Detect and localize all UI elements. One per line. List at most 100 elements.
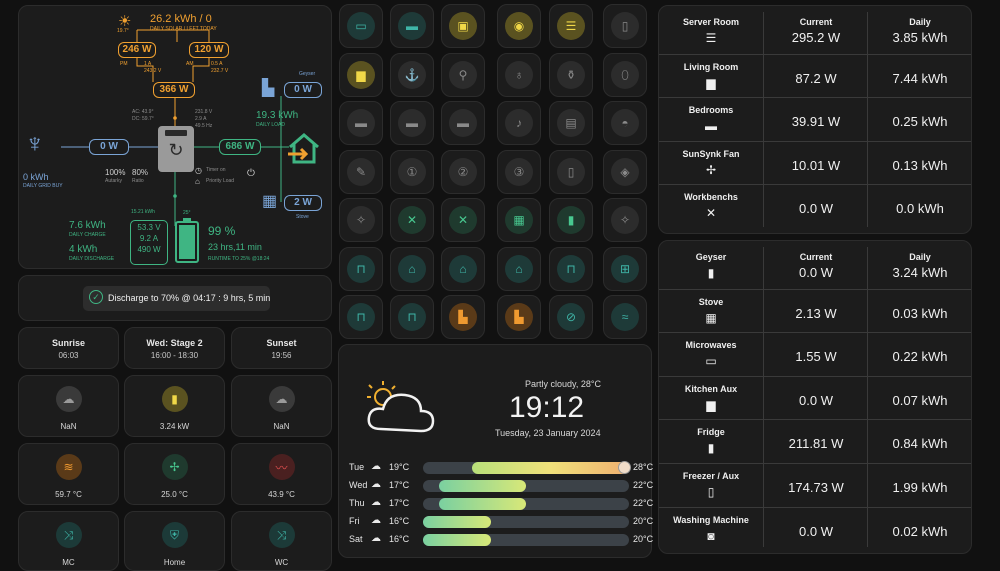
toggle-button[interactable]: ⊓ bbox=[339, 295, 383, 339]
toggle-button[interactable]: ⌂ bbox=[441, 246, 485, 291]
forecast-day: Thu bbox=[349, 498, 365, 508]
power-row[interactable]: Microwaves ▭ 1.55 W 0.22 kWh bbox=[659, 332, 971, 376]
inverter-ac-temp: AC: 43.9° bbox=[132, 109, 154, 115]
power-row[interactable]: Washing Machine ◙ 0.0 W 0.02 kWh bbox=[659, 506, 971, 551]
toggle-button[interactable]: ◈ bbox=[603, 149, 647, 194]
sensor-tile[interactable]: ≋ 59.7 °C bbox=[18, 443, 119, 505]
toggle-button[interactable]: ① bbox=[390, 149, 434, 194]
battery-soc: 99 % bbox=[208, 224, 236, 238]
load-energy: 19.3 kWh bbox=[256, 110, 299, 121]
sensor-value: 25.0 °C bbox=[161, 490, 188, 499]
power-row[interactable]: Geyser ▮ 0.0 W 3.24 kWh Current Daily bbox=[659, 245, 971, 289]
toggle-button[interactable]: ▭ bbox=[339, 4, 383, 48]
power-row[interactable]: SunSynk Fan ✢ 10.01 W 0.13 kWh bbox=[659, 140, 971, 185]
toggle-button[interactable]: ⊓ bbox=[339, 246, 383, 291]
power-row[interactable]: Freezer / Aux ▯ 174.73 W 1.99 kWh bbox=[659, 463, 971, 507]
sensor-tile[interactable]: 〰 43.9 °C bbox=[231, 443, 332, 505]
toggle-button[interactable]: ◉ bbox=[497, 4, 541, 48]
tools-icon: ✕ bbox=[705, 206, 717, 221]
tools-icon: ✕ bbox=[449, 206, 477, 234]
toggle-button[interactable]: ✕ bbox=[390, 198, 434, 242]
toggle-button[interactable]: ▣ bbox=[441, 4, 485, 48]
power-row[interactable]: Server Room ☰ 295.2 W 3.85 kWh Current Daily bbox=[659, 10, 971, 54]
toggle-button[interactable]: ⚲ bbox=[441, 52, 485, 97]
toggle-button[interactable]: ⚓ bbox=[390, 52, 434, 97]
grid-caption: DAILY GRID BUY bbox=[23, 183, 63, 189]
toggle-button[interactable]: ✕ bbox=[441, 198, 485, 242]
daily-discharge: 4 kWh bbox=[69, 244, 98, 255]
lamp-icon: ⚲ bbox=[449, 60, 477, 89]
battery-volts: 53.3 V bbox=[137, 223, 161, 232]
toggle-button[interactable]: ▦ bbox=[497, 198, 541, 242]
toggle-button[interactable]: ▬ bbox=[390, 4, 434, 48]
toggle-button[interactable]: ✧ bbox=[603, 198, 647, 242]
device-name: Kitchen Aux bbox=[684, 383, 738, 394]
toggle-button[interactable]: ✎ bbox=[339, 149, 383, 194]
power-row[interactable]: Workbenchs ✕ 0.0 W 0.0 kWh bbox=[659, 184, 971, 228]
toggle-button[interactable]: ✧ bbox=[339, 198, 383, 242]
toggle-button[interactable]: ☰ bbox=[549, 4, 593, 48]
solar-temp: 19.7° bbox=[117, 28, 129, 34]
toggle-button[interactable]: ⊓ bbox=[549, 246, 593, 291]
sunrise-time: 06:03 bbox=[58, 351, 79, 360]
sensor-tile[interactable]: ✢ 25.0 °C bbox=[124, 443, 225, 505]
fridge-icon: ▮ bbox=[707, 441, 715, 456]
battery-icon bbox=[175, 218, 199, 263]
toggle-button[interactable]: ⊓ bbox=[390, 295, 434, 339]
device-name: Fridge bbox=[697, 427, 725, 438]
power-row[interactable]: Fridge ▮ 211.81 W 0.84 kWh bbox=[659, 419, 971, 463]
toggle-button[interactable]: ⊘ bbox=[549, 295, 593, 339]
toggle-button[interactable]: ▬ bbox=[339, 101, 383, 145]
current-power: 211.81 W bbox=[788, 436, 844, 452]
loadshedding-tile[interactable]: Wed: Stage 2 16:00 - 18:30 bbox=[124, 327, 225, 369]
weather-card[interactable]: Partly cloudy, 28°C 19:12 Tuesday, 23 Ja… bbox=[338, 344, 654, 558]
sunrise-tile[interactable]: Sunrise 06:03 bbox=[18, 327, 119, 369]
toggle-button[interactable]: ⚱ bbox=[549, 52, 593, 97]
cloud-icon: ☁ bbox=[371, 497, 381, 508]
daily-energy: 0.07 kWh bbox=[892, 392, 948, 408]
toggle-button[interactable]: ▙ bbox=[497, 295, 541, 339]
priority-toggle-icon[interactable]: ⏻ bbox=[247, 168, 255, 180]
toggle-button[interactable]: ⌂ bbox=[390, 246, 434, 291]
toggle-button[interactable]: ② bbox=[441, 149, 485, 194]
sunset-tile[interactable]: Sunset 19:56 bbox=[231, 327, 332, 369]
pv-pm-power: 246 W bbox=[118, 42, 156, 58]
washing-machine-icon: ◙ bbox=[707, 528, 715, 543]
toggle-button[interactable]: ▯ bbox=[603, 4, 647, 48]
toggle-button[interactable]: ▤ bbox=[549, 101, 593, 145]
load-power: 686 W bbox=[219, 139, 261, 155]
toggle-button[interactable]: ⌂ bbox=[497, 246, 541, 291]
toggle-button[interactable]: ③ bbox=[497, 149, 541, 194]
power-row[interactable]: Living Room ▆ 87.2 W 7.44 kWh bbox=[659, 53, 971, 98]
toggle-button[interactable]: ▬ bbox=[390, 101, 434, 145]
sensor-tile[interactable]: ▮ 3.24 kW bbox=[124, 375, 225, 437]
power-row[interactable]: Bedrooms ▬ 39.91 W 0.25 kWh bbox=[659, 97, 971, 141]
current-power: 0.0 W bbox=[799, 201, 833, 217]
toggle-button[interactable]: ◓ bbox=[603, 101, 647, 145]
toggle-button[interactable]: ▙ bbox=[441, 295, 485, 339]
sensor-tile[interactable]: ⤨ MC bbox=[18, 511, 119, 571]
power-row[interactable]: Stove ▦ 2.13 W 0.03 kWh bbox=[659, 288, 971, 333]
forecast-day: Wed bbox=[349, 480, 368, 490]
sensor-tile[interactable]: ⤨ WC bbox=[231, 511, 332, 571]
toggle-button[interactable]: ▮ bbox=[549, 198, 593, 242]
toggle-button[interactable]: ▯ bbox=[549, 149, 593, 194]
discharge-card: ✓ Discharge to 70% @ 04:17 : 9 hrs, 5 mi… bbox=[18, 275, 332, 321]
toggle-button[interactable]: ▬ bbox=[441, 101, 485, 145]
power-row[interactable]: Kitchen Aux ▆ 0.0 W 0.07 kWh bbox=[659, 375, 971, 420]
sensor-tile[interactable]: ☁ NaN bbox=[231, 375, 332, 437]
toggle-button[interactable]: ▆ bbox=[339, 52, 383, 97]
forecast-high: 22°C bbox=[633, 498, 654, 508]
toggle-button[interactable]: ♁ bbox=[497, 52, 541, 97]
toggle-button[interactable]: ♪ bbox=[497, 101, 541, 145]
toggle-button[interactable]: ⊞ bbox=[603, 246, 647, 291]
battery-level-fill bbox=[179, 225, 195, 259]
toggle-button[interactable]: ⬯ bbox=[603, 52, 647, 97]
toggle-button[interactable]: ≈ bbox=[603, 295, 647, 339]
inverter-dc-temp: DC: 59.7° bbox=[132, 116, 154, 122]
sensor-tile[interactable]: ⛨ Home bbox=[124, 511, 225, 571]
pv-total-power: 366 W bbox=[153, 82, 195, 98]
sensor-tile[interactable]: ☁ NaN bbox=[18, 375, 119, 437]
bed-icon: ▬ bbox=[449, 109, 477, 137]
forecast-range-fill bbox=[439, 498, 526, 510]
